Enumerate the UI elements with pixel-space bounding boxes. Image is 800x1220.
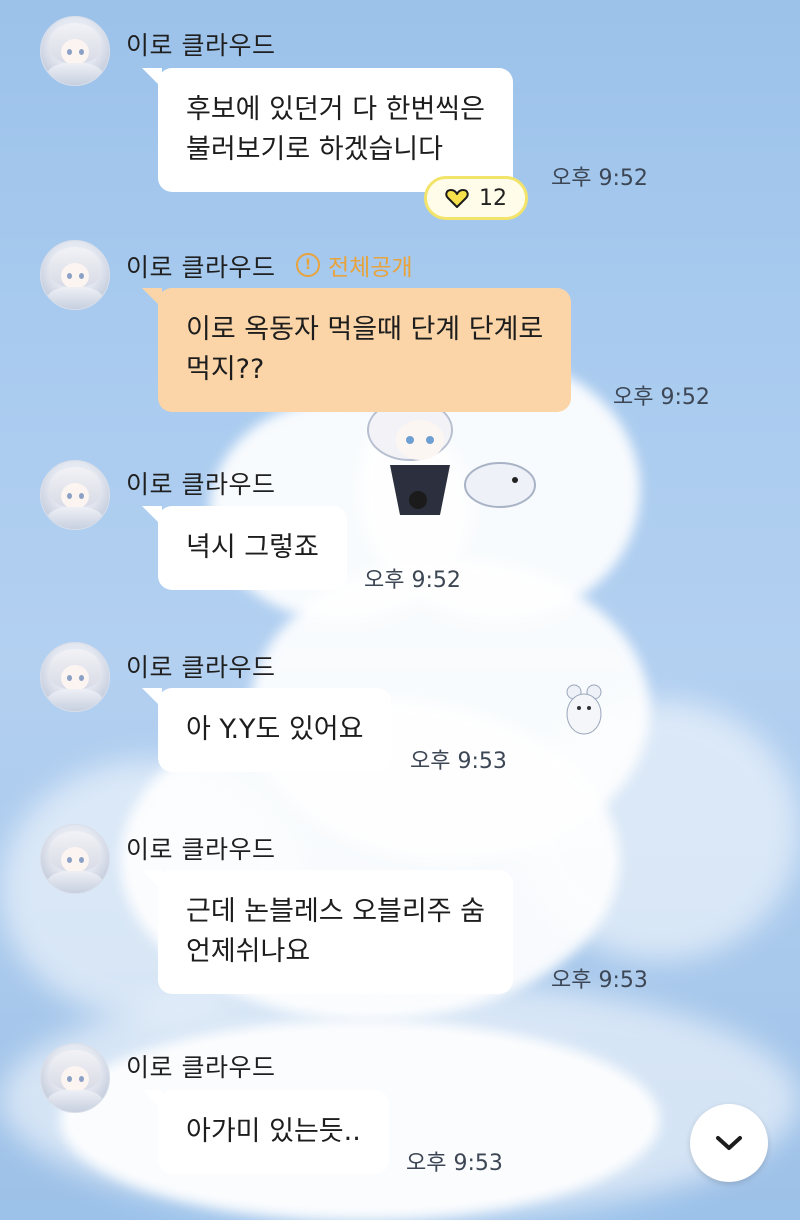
message-time: 오후 9:53 <box>406 1151 503 1176</box>
background-mouse-illustration <box>566 684 602 735</box>
heart-icon <box>445 189 469 208</box>
notice-label: ! 전체공개 <box>296 248 413 282</box>
message-time: 오후 9:53 <box>551 968 648 993</box>
message-line: 이로 옥동자 먹을때 단계 단계로 <box>186 314 544 345</box>
background-character-illustration <box>367 399 536 515</box>
sender-name: 이로 클라우드 <box>126 1053 276 1082</box>
notice-text: 전체공개 <box>328 255 413 281</box>
message-line: 언제쉬나요 <box>186 936 311 967</box>
message-line: 아가미 있는듯.. <box>186 1116 361 1147</box>
message-time: 오후 9:52 <box>613 385 710 410</box>
message-bubble[interactable]: 아가미 있는듯.. <box>142 1090 389 1174</box>
message-line: 후보에 있던거 다 한번씩은 <box>186 94 485 125</box>
sender-name: 이로 클라우드 <box>126 470 276 499</box>
sender-name: 이로 클라우드 <box>126 253 276 282</box>
message-bubble[interactable]: 이로 옥동자 먹을때 단계 단계로 먹지?? <box>142 288 572 412</box>
reaction-count: 12 <box>479 185 507 211</box>
avatar[interactable] <box>40 1043 110 1113</box>
info-icon: ! <box>296 253 320 277</box>
chevron-down-icon <box>716 1136 742 1150</box>
reaction-badge[interactable]: 12 <box>424 176 528 220</box>
message-time: 오후 9:53 <box>410 749 507 774</box>
avatar[interactable] <box>40 16 110 86</box>
avatar[interactable] <box>40 642 110 712</box>
message-bubble[interactable]: 아 Y.Y도 있어요 <box>142 688 392 772</box>
message-line: 아 Y.Y도 있어요 <box>186 714 364 745</box>
message-line: 근데 논블레스 오블리주 숨 <box>186 896 485 927</box>
sender-name: 이로 클라우드 <box>126 835 276 864</box>
sender-name: 이로 클라우드 <box>126 653 276 682</box>
message-line: 먹지?? <box>186 354 265 385</box>
scroll-to-bottom-button[interactable] <box>690 1104 768 1182</box>
avatar[interactable] <box>40 824 110 894</box>
avatar[interactable] <box>40 240 110 310</box>
message-line: 녁시 그렇죠 <box>186 532 319 563</box>
avatar[interactable] <box>40 460 110 530</box>
message-bubble[interactable]: 후보에 있던거 다 한번씩은 불러보기로 하겠습니다 <box>142 68 513 192</box>
message-bubble[interactable]: 녁시 그렇죠 <box>142 506 347 590</box>
message-time: 오후 9:52 <box>364 568 461 593</box>
message-line: 불러보기로 하겠습니다 <box>186 134 443 165</box>
message-bubble[interactable]: 근데 논블레스 오블리주 숨 언제쉬나요 <box>142 870 513 994</box>
sender-name: 이로 클라우드 <box>126 31 276 60</box>
message-time: 오후 9:52 <box>551 166 648 191</box>
